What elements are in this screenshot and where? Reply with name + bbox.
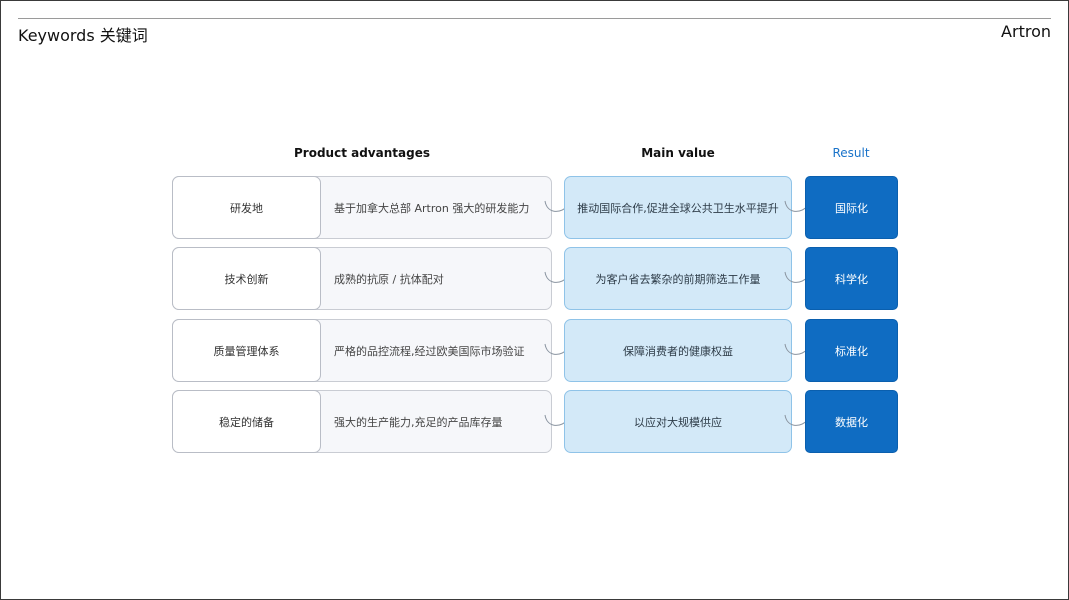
main-value-box: 以应对大规模供应 (564, 390, 792, 453)
keyword-row: 稳定的储备 强大的生产能力,充足的产品库存量 以应对大规模供应 数据化 (172, 390, 898, 453)
column-header-result: Result (832, 146, 870, 160)
category-box: 研发地 (172, 176, 321, 239)
result-box: 标准化 (805, 319, 898, 382)
column-header-advantages: Product advantages (294, 146, 430, 160)
brand-name: Artron (1001, 22, 1051, 41)
column-header-main-value: Main value (641, 146, 715, 160)
header-divider (18, 18, 1051, 19)
advantage-text: 严格的品控流程,经过欧美国际市场验证 (334, 344, 525, 358)
advantage-text: 基于加拿大总部 Artron 强大的研发能力 (334, 201, 530, 215)
category-box: 质量管理体系 (172, 319, 321, 382)
advantage-text: 强大的生产能力,充足的产品库存量 (334, 415, 503, 429)
keyword-row: 研发地 基于加拿大总部 Artron 强大的研发能力 推动国际合作,促进全球公共… (172, 176, 898, 239)
page-title: Keywords 关键词 (18, 26, 148, 45)
result-box: 数据化 (805, 390, 898, 453)
category-box: 稳定的储备 (172, 390, 321, 453)
result-box: 国际化 (805, 176, 898, 239)
keyword-row: 技术创新 成熟的抗原 / 抗体配对 为客户省去繁杂的前期筛选工作量 科学化 (172, 247, 898, 310)
advantage-text: 成熟的抗原 / 抗体配对 (334, 272, 444, 286)
result-box: 科学化 (805, 247, 898, 310)
main-value-box: 为客户省去繁杂的前期筛选工作量 (564, 247, 792, 310)
main-value-box: 推动国际合作,促进全球公共卫生水平提升 (564, 176, 792, 239)
keyword-row: 质量管理体系 严格的品控流程,经过欧美国际市场验证 保障消费者的健康权益 标准化 (172, 319, 898, 382)
category-box: 技术创新 (172, 247, 321, 310)
main-value-box: 保障消费者的健康权益 (564, 319, 792, 382)
